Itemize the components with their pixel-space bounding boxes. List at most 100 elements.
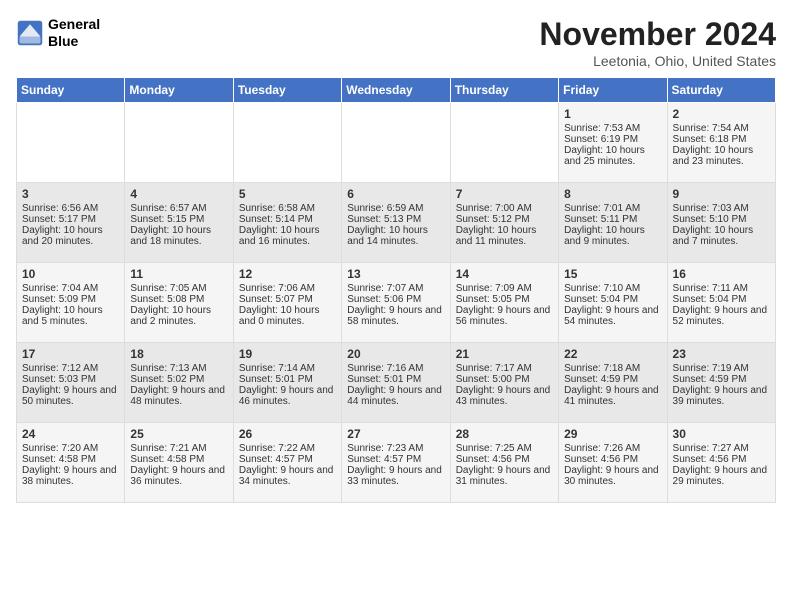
cell-text: Sunset: 5:07 PM	[239, 294, 336, 305]
calendar-cell: 29Sunrise: 7:26 AMSunset: 4:56 PMDayligh…	[559, 423, 667, 503]
day-number: 5	[239, 187, 336, 201]
calendar-cell: 1Sunrise: 7:53 AMSunset: 6:19 PMDaylight…	[559, 103, 667, 183]
calendar-cell: 16Sunrise: 7:11 AMSunset: 5:04 PMDayligh…	[667, 263, 775, 343]
cell-text: Sunrise: 7:27 AM	[673, 443, 770, 454]
cell-text: Daylight: 9 hours and 31 minutes.	[456, 465, 553, 487]
cell-text: Daylight: 9 hours and 30 minutes.	[564, 465, 661, 487]
calendar-cell: 30Sunrise: 7:27 AMSunset: 4:56 PMDayligh…	[667, 423, 775, 503]
cell-text: Sunset: 5:06 PM	[347, 294, 444, 305]
title-area: November 2024 Leetonia, Ohio, United Sta…	[539, 16, 776, 69]
cell-text: Sunset: 5:00 PM	[456, 374, 553, 385]
logo: General Blue	[16, 16, 100, 50]
calendar-cell: 18Sunrise: 7:13 AMSunset: 5:02 PMDayligh…	[125, 343, 233, 423]
day-number: 17	[22, 347, 119, 361]
calendar-cell: 13 Sunrise: 7:07 AMSunset: 5:06 PMDayligh…	[342, 263, 450, 343]
weekday-header-wednesday: Wednesday	[342, 78, 450, 103]
cell-text: Sunset: 5:08 PM	[130, 294, 227, 305]
weekday-header-friday: Friday	[559, 78, 667, 103]
cell-text: Sunrise: 7:25 AM	[456, 443, 553, 454]
cell-text: Sunset: 5:01 PM	[239, 374, 336, 385]
cell-text: Daylight: 10 hours and 16 minutes.	[239, 225, 336, 247]
calendar-cell	[342, 103, 450, 183]
cell-text: Sunset: 5:01 PM	[347, 374, 444, 385]
cell-text: Sunset: 4:56 PM	[673, 454, 770, 465]
cell-text: Sunset: 6:19 PM	[564, 134, 661, 145]
cell-text: Sunrise: 7:22 AM	[239, 443, 336, 454]
calendar-cell: 17 Sunrise: 7:12 AMSunset: 5:03 PMDayligh…	[17, 343, 125, 423]
calendar-cell: 15Sunrise: 7:10 AMSunset: 5:04 PMDayligh…	[559, 263, 667, 343]
day-number: 13	[347, 267, 444, 281]
day-number: 21	[456, 347, 553, 361]
cell-text: Daylight: 10 hours and 20 minutes.	[22, 225, 119, 247]
day-number: 1	[564, 107, 661, 121]
weekday-header-tuesday: Tuesday	[233, 78, 341, 103]
day-number: 26	[239, 427, 336, 441]
cell-text: Daylight: 9 hours and 39 minutes.	[673, 385, 770, 407]
day-number: 19	[239, 347, 336, 361]
calendar-cell: 3Sunrise: 6:56 AMSunset: 5:17 PMDaylight…	[17, 183, 125, 263]
cell-text: Daylight: 10 hours and 2 minutes.	[130, 305, 227, 327]
cell-text: Daylight: 9 hours and 50 minutes.	[22, 385, 119, 407]
cell-text: Sunset: 4:57 PM	[239, 454, 336, 465]
calendar-cell: 26 Sunrise: 7:22 AMSunset: 4:57 PMDayligh…	[233, 423, 341, 503]
cell-text: Sunrise: 7:06 AM	[239, 283, 336, 294]
cell-text: Sunrise: 6:57 AM	[130, 203, 227, 214]
header: General Blue November 2024 Leetonia, Ohi…	[16, 16, 776, 69]
calendar-cell: 24Sunrise: 7:20 AMSunset: 4:58 PMDayligh…	[17, 423, 125, 503]
cell-text: Sunset: 6:18 PM	[673, 134, 770, 145]
calendar-cell: 23Sunrise: 7:19 AMSunset: 4:59 PMDayligh…	[667, 343, 775, 423]
cell-text: Sunrise: 7:05 AM	[130, 283, 227, 294]
calendar-cell: 19Sunrise: 7:14 AMSunset: 5:01 PMDayligh…	[233, 343, 341, 423]
weekday-header-saturday: Saturday	[667, 78, 775, 103]
cell-text: Sunset: 4:56 PM	[456, 454, 553, 465]
day-number: 18	[130, 347, 227, 361]
cell-text: Daylight: 9 hours and 52 minutes.	[673, 305, 770, 327]
cell-text: Daylight: 10 hours and 7 minutes.	[673, 225, 770, 247]
calendar-cell: 21Sunrise: 7:17 AMSunset: 5:00 PMDayligh…	[450, 343, 558, 423]
cell-text: Sunset: 4:59 PM	[564, 374, 661, 385]
cell-text: Sunrise: 7:19 AM	[673, 363, 770, 374]
cell-text: Sunset: 5:14 PM	[239, 214, 336, 225]
cell-text: Sunrise: 7:21 AM	[130, 443, 227, 454]
logo-icon	[16, 19, 44, 47]
cell-text: Sunrise: 7:54 AM	[673, 123, 770, 134]
day-number: 8	[564, 187, 661, 201]
cell-text: Daylight: 9 hours and 46 minutes.	[239, 385, 336, 407]
cell-text: Daylight: 10 hours and 23 minutes.	[673, 145, 770, 167]
cell-text: Daylight: 10 hours and 5 minutes.	[22, 305, 119, 327]
calendar-cell: 25Sunrise: 7:21 AMSunset: 4:58 PMDayligh…	[125, 423, 233, 503]
cell-text: Daylight: 10 hours and 18 minutes.	[130, 225, 227, 247]
cell-text: Daylight: 10 hours and 0 minutes.	[239, 305, 336, 327]
cell-text: Daylight: 9 hours and 36 minutes.	[130, 465, 227, 487]
logo-text: General Blue	[48, 16, 100, 50]
cell-text: Daylight: 9 hours and 58 minutes.	[347, 305, 444, 327]
cell-text: Daylight: 9 hours and 34 minutes.	[239, 465, 336, 487]
day-number: 20	[347, 347, 444, 361]
calendar-cell: 11Sunrise: 7:05 AMSunset: 5:08 PMDayligh…	[125, 263, 233, 343]
calendar-cell: 12Sunrise: 7:06 AMSunset: 5:07 PMDayligh…	[233, 263, 341, 343]
weekday-header-thursday: Thursday	[450, 78, 558, 103]
cell-text: Sunrise: 7:17 AM	[456, 363, 553, 374]
calendar-cell: 7Sunrise: 7:00 AMSunset: 5:12 PMDaylight…	[450, 183, 558, 263]
day-number: 16	[673, 267, 770, 281]
cell-text: Sunrise: 7:12 AM	[22, 363, 119, 374]
cell-text: Sunrise: 7:26 AM	[564, 443, 661, 454]
cell-text: Sunrise: 7:11 AM	[673, 283, 770, 294]
day-number: 7	[456, 187, 553, 201]
cell-text: Sunset: 5:03 PM	[22, 374, 119, 385]
day-number: 10	[22, 267, 119, 281]
day-number: 2	[673, 107, 770, 121]
cell-text: Sunset: 5:12 PM	[456, 214, 553, 225]
cell-text: Sunrise: 7:04 AM	[22, 283, 119, 294]
cell-text: Sunset: 5:05 PM	[456, 294, 553, 305]
cell-text: Sunrise: 6:56 AM	[22, 203, 119, 214]
calendar-cell: 27Sunrise: 7:23 AMSunset: 4:57 PMDayligh…	[342, 423, 450, 503]
weekday-header-sunday: Sunday	[17, 78, 125, 103]
cell-text: Sunrise: 7:01 AM	[564, 203, 661, 214]
cell-text: Sunrise: 7:07 AM	[347, 283, 444, 294]
day-number: 25	[130, 427, 227, 441]
cell-text: Sunset: 5:04 PM	[564, 294, 661, 305]
day-number: 29	[564, 427, 661, 441]
day-number: 22	[564, 347, 661, 361]
cell-text: Sunrise: 6:58 AM	[239, 203, 336, 214]
